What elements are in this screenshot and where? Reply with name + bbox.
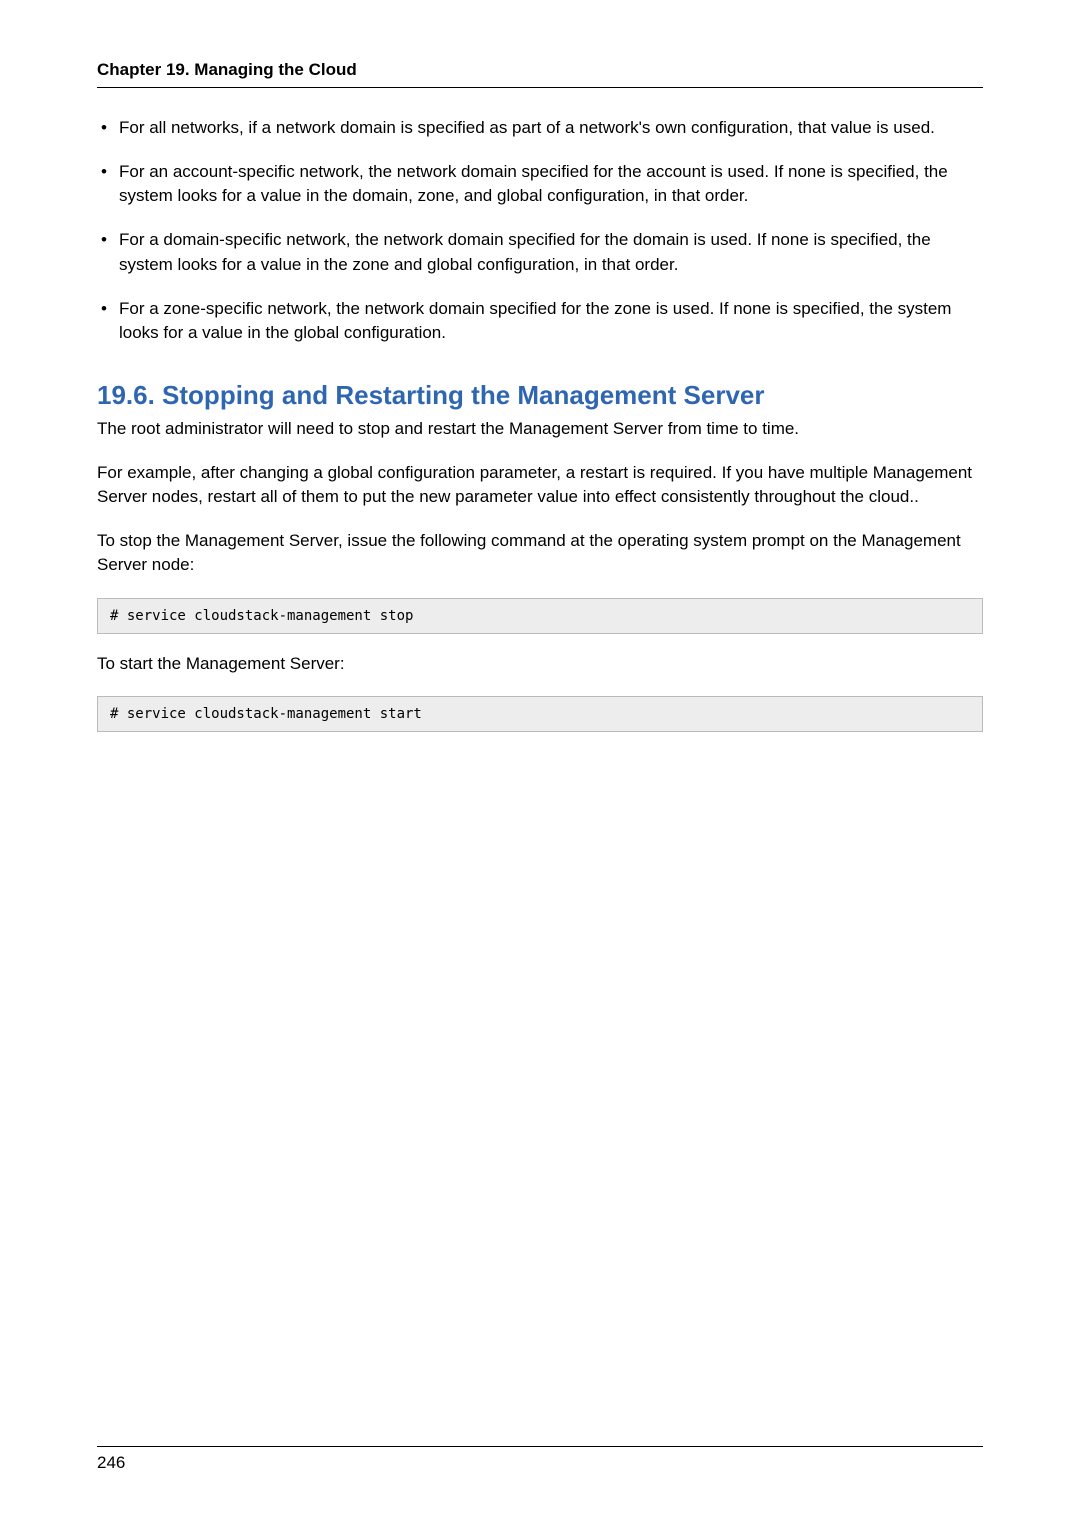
chapter-header: Chapter 19. Managing the Cloud xyxy=(97,60,983,88)
bullet-item: For a domain-specific network, the netwo… xyxy=(97,228,983,276)
bullet-item: For a zone-specific network, the network… xyxy=(97,297,983,345)
paragraph: To stop the Management Server, issue the… xyxy=(97,529,983,577)
page-footer: 246 xyxy=(97,1446,983,1473)
code-block-stop: # service cloudstack-management stop xyxy=(97,598,983,634)
paragraph: For example, after changing a global con… xyxy=(97,461,983,509)
paragraph: To start the Management Server: xyxy=(97,652,983,676)
page-content: Chapter 19. Managing the Cloud For all n… xyxy=(0,0,1080,732)
bullet-item: For an account-specific network, the net… xyxy=(97,160,983,208)
paragraph: The root administrator will need to stop… xyxy=(97,417,983,441)
bullet-item: For all networks, if a network domain is… xyxy=(97,116,983,140)
bullet-list: For all networks, if a network domain is… xyxy=(97,116,983,345)
section-heading: 19.6. Stopping and Restarting the Manage… xyxy=(97,380,983,411)
page-number: 246 xyxy=(97,1453,983,1473)
code-block-start: # service cloudstack-management start xyxy=(97,696,983,732)
